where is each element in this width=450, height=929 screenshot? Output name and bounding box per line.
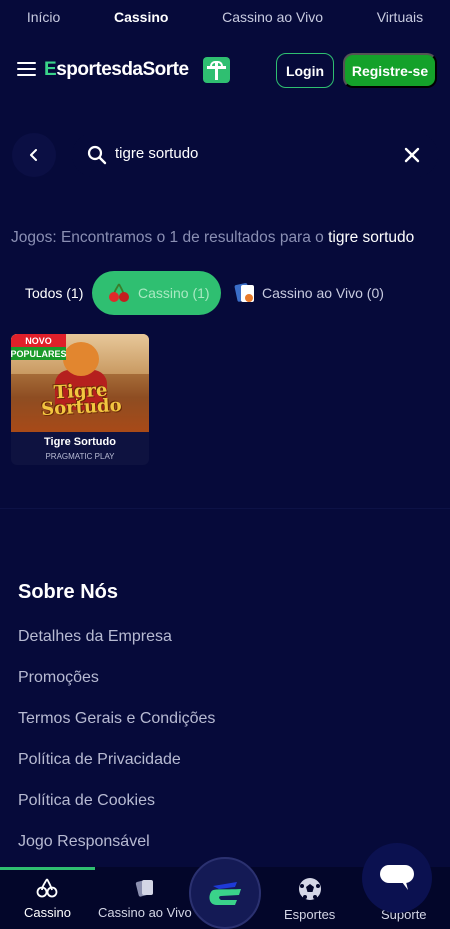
center-logo-button[interactable] <box>189 857 261 929</box>
support-chat-button[interactable] <box>362 843 432 913</box>
bottom-nav-esportes[interactable]: Esportes <box>284 877 335 922</box>
top-navigation: Início Cassino Cassino ao Vivo Virtuais <box>0 0 450 34</box>
header: EsportesdaSorte Login Registre-se <box>0 48 450 92</box>
menu-icon[interactable] <box>17 62 36 76</box>
game-art-title: Tigre Sortudo <box>40 379 123 421</box>
active-indicator <box>0 867 95 870</box>
bottom-nav-cassino-ao-vivo[interactable]: Cassino ao Vivo <box>98 877 192 920</box>
link-cookies[interactable]: Política de Cookies <box>18 791 215 832</box>
new-badge: NOVO <box>11 334 66 347</box>
results-summary: Jogos: Encontramos o 1 de resultados par… <box>11 229 415 246</box>
gift-icon[interactable] <box>203 57 230 83</box>
game-card[interactable]: Tigre Sortudo NOVO POPULARES Tigre Sortud… <box>11 334 149 465</box>
topnav-cassino[interactable]: Cassino <box>106 9 176 25</box>
link-promocoes[interactable]: Promoções <box>18 668 215 709</box>
register-button[interactable]: Registre-se <box>343 53 437 88</box>
popular-badge: POPULARES <box>11 347 67 360</box>
tab-cassino[interactable]: Cassino (1) <box>92 271 221 315</box>
game-name: Tigre Sortudo <box>44 436 116 448</box>
bottom-nav-cassino[interactable]: Cassino <box>24 877 71 920</box>
results-query: tigre sortudo <box>328 229 415 246</box>
filter-tabs: Todos (1) Cassino (1) Cassino ao Vivo (0… <box>0 271 450 315</box>
search-bar <box>0 131 450 181</box>
soccer-ball-icon <box>298 878 321 900</box>
logo[interactable]: EsportesdaSorte <box>44 59 189 81</box>
cards-icon <box>135 880 153 897</box>
chevron-left-icon <box>30 149 37 161</box>
link-termos[interactable]: Termos Gerais e Condições <box>18 709 215 750</box>
link-detalhes-empresa[interactable]: Detalhes da Empresa <box>18 627 215 668</box>
close-icon[interactable] <box>404 147 420 163</box>
back-button[interactable] <box>12 133 56 177</box>
topnav-cassino-ao-vivo[interactable]: Cassino ao Vivo <box>214 9 331 25</box>
search-input[interactable] <box>115 145 365 162</box>
footer-links: Detalhes da Empresa Promoções Termos Ger… <box>18 627 215 873</box>
cherries-icon <box>37 878 58 898</box>
divider <box>0 508 450 509</box>
topnav-inicio[interactable]: Início <box>19 9 68 25</box>
chat-bubble-icon <box>380 865 414 890</box>
topnav-virtuais[interactable]: Virtuais <box>369 9 431 25</box>
about-title: Sobre Nós <box>18 581 119 603</box>
brand-logo-icon <box>209 882 241 905</box>
cherries-icon <box>109 283 129 302</box>
search-icon <box>87 145 107 165</box>
tab-cassino-ao-vivo[interactable]: Cassino ao Vivo (0) <box>234 281 384 305</box>
tab-todos[interactable]: Todos (1) <box>25 285 83 301</box>
link-privacidade[interactable]: Política de Privacidade <box>18 750 215 791</box>
cards-icon <box>234 283 254 302</box>
login-button[interactable]: Login <box>276 53 334 88</box>
game-provider: PRAGMATIC PLAY <box>45 452 115 461</box>
search-box <box>72 133 438 177</box>
